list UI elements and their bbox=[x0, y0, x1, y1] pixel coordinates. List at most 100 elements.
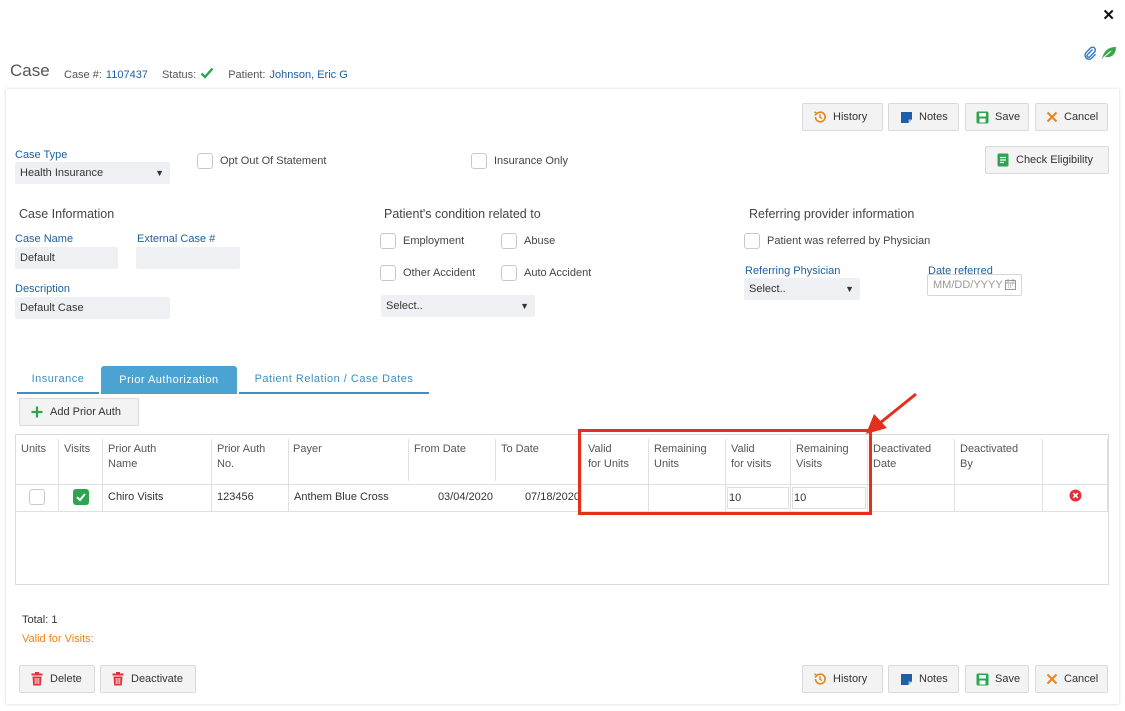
cancel-label: Cancel bbox=[1064, 111, 1099, 123]
cell-from-date: 03/04/2020 bbox=[437, 491, 493, 503]
row-divider bbox=[16, 511, 1108, 512]
case-panel bbox=[6, 89, 1119, 704]
tab-patient-relation[interactable]: Patient Relation / Case Dates bbox=[239, 366, 429, 394]
notes-button-bottom[interactable]: Notes bbox=[888, 665, 959, 693]
condition-heading: Patient's condition related to bbox=[384, 207, 541, 221]
cell-prior-auth-no: 123456 bbox=[217, 491, 254, 503]
cancel-button[interactable]: Cancel bbox=[1035, 103, 1108, 131]
abuse-checkbox-row[interactable]: Abuse bbox=[501, 233, 555, 249]
check-eligibility-label: Check Eligibility bbox=[1016, 154, 1094, 166]
notes-button[interactable]: Notes bbox=[888, 103, 959, 131]
insurance-only-checkbox[interactable] bbox=[471, 153, 487, 169]
cancel-button-bottom[interactable]: Cancel bbox=[1035, 665, 1108, 693]
referred-by-physician-checkbox-row[interactable]: Patient was referred by Physician bbox=[744, 233, 930, 249]
prior-auth-table: Units Visits Prior Auth Name Prior Auth No… bbox=[15, 434, 1109, 585]
notes-label: Notes bbox=[919, 673, 948, 685]
opt-out-checkbox-row[interactable]: Opt Out Of Statement bbox=[197, 153, 326, 169]
notes-icon bbox=[899, 110, 913, 124]
header-icons bbox=[1083, 46, 1117, 63]
leaf-icon[interactable] bbox=[1101, 46, 1117, 63]
history-icon bbox=[813, 110, 827, 124]
save-button-bottom[interactable]: Save bbox=[965, 665, 1029, 693]
chevron-down-icon: ▼ bbox=[520, 301, 529, 311]
header-deactivated-by: Deactivated By bbox=[960, 443, 1019, 470]
header-from-date: From Date bbox=[414, 443, 466, 455]
auto-accident-checkbox-row[interactable]: Auto Accident bbox=[501, 265, 591, 281]
other-accident-checkbox[interactable] bbox=[380, 265, 396, 281]
employment-checkbox-row[interactable]: Employment bbox=[380, 233, 464, 249]
case-number[interactable]: 1107437 bbox=[106, 69, 148, 81]
abuse-checkbox[interactable] bbox=[501, 233, 517, 249]
patient-label: Patient: bbox=[228, 68, 266, 81]
notes-icon bbox=[899, 672, 913, 686]
auto-accident-checkbox[interactable] bbox=[501, 265, 517, 281]
description-label: Description bbox=[15, 283, 71, 295]
total-count: Total: 1 bbox=[22, 614, 58, 626]
history-button-bottom[interactable]: History bbox=[802, 665, 883, 693]
condition-select-value: Select.. bbox=[386, 300, 423, 312]
save-icon bbox=[976, 110, 989, 124]
check-icon bbox=[76, 493, 86, 502]
row-visits-checkbox[interactable] bbox=[73, 489, 89, 505]
status-check-icon bbox=[200, 67, 214, 82]
header-prior-auth-no: Prior Auth No. bbox=[217, 443, 266, 470]
paperclip-icon[interactable] bbox=[1083, 46, 1097, 63]
header-divider bbox=[16, 484, 1108, 485]
referred-by-physician-checkbox[interactable] bbox=[744, 233, 760, 249]
other-accident-checkbox-row[interactable]: Other Accident bbox=[380, 265, 475, 281]
condition-state-select[interactable]: Select.. ▼ bbox=[381, 295, 535, 317]
chevron-down-icon: ▼ bbox=[845, 284, 854, 294]
case-meta: Case #: 1107437 Status: Patient: Johnson… bbox=[64, 67, 348, 82]
delete-button[interactable]: Delete bbox=[19, 665, 95, 693]
case-type-label: Case Type bbox=[15, 149, 68, 161]
close-icon[interactable]: ✕ bbox=[1102, 6, 1115, 24]
check-eligibility-button[interactable]: Check Eligibility bbox=[985, 146, 1109, 174]
referring-physician-value: Select.. bbox=[749, 283, 786, 295]
plus-icon bbox=[30, 405, 44, 419]
notes-label: Notes bbox=[919, 111, 948, 123]
date-referred-input[interactable]: MM/DD/YYYY bbox=[927, 274, 1022, 296]
external-case-input[interactable] bbox=[136, 247, 240, 269]
header-visits: Visits bbox=[64, 443, 91, 455]
referring-physician-select[interactable]: Select.. ▼ bbox=[744, 278, 860, 300]
auto-accident-label: Auto Accident bbox=[524, 267, 592, 279]
add-prior-auth-button[interactable]: Add Prior Auth bbox=[19, 398, 139, 426]
calendar-icon[interactable] bbox=[1005, 279, 1016, 293]
cancel-label: Cancel bbox=[1064, 673, 1099, 685]
employment-checkbox[interactable] bbox=[380, 233, 396, 249]
case-name-input[interactable]: Default bbox=[15, 247, 118, 269]
history-button[interactable]: History bbox=[802, 103, 883, 131]
tab-prior-authorization[interactable]: Prior Authorization bbox=[101, 366, 237, 394]
referring-heading: Referring provider information bbox=[749, 207, 915, 221]
description-input[interactable]: Default Case bbox=[15, 297, 170, 319]
history-label: History bbox=[833, 111, 868, 123]
header-payer: Payer bbox=[293, 443, 322, 455]
cell-payer: Anthem Blue Cross bbox=[294, 491, 389, 503]
history-icon bbox=[813, 672, 827, 686]
cancel-x-icon bbox=[1046, 672, 1058, 686]
header-prior-auth-name: Prior Auth Name bbox=[108, 443, 157, 470]
insurance-only-label: Insurance Only bbox=[494, 155, 568, 167]
referred-by-physician-label: Patient was referred by Physician bbox=[767, 235, 931, 247]
row-units-checkbox[interactable] bbox=[29, 489, 45, 505]
case-number-label: Case #: bbox=[64, 68, 102, 81]
opt-out-checkbox[interactable] bbox=[197, 153, 213, 169]
deactivate-label: Deactivate bbox=[131, 673, 183, 685]
status-label: Status: bbox=[161, 68, 197, 81]
insurance-only-checkbox-row[interactable]: Insurance Only bbox=[471, 153, 568, 169]
tab-insurance[interactable]: Insurance bbox=[17, 366, 99, 394]
deactivate-button[interactable]: Deactivate bbox=[100, 665, 196, 693]
employment-label: Employment bbox=[403, 235, 465, 247]
patient-name-link[interactable]: Johnson, Eric G bbox=[270, 69, 348, 81]
save-button[interactable]: Save bbox=[965, 103, 1029, 131]
date-referred-placeholder: MM/DD/YYYY bbox=[933, 279, 1003, 291]
eligibility-doc-icon bbox=[996, 153, 1010, 167]
highlight-box bbox=[578, 429, 872, 515]
trash-icon bbox=[30, 672, 44, 686]
cell-to-date: 07/18/2020 bbox=[524, 491, 580, 503]
history-label: History bbox=[833, 673, 868, 685]
opt-out-label: Opt Out Of Statement bbox=[220, 155, 327, 167]
case-type-select[interactable]: Health Insurance ▼ bbox=[15, 162, 170, 184]
delete-label: Delete bbox=[50, 673, 82, 685]
remove-row-icon[interactable] bbox=[1069, 489, 1082, 505]
